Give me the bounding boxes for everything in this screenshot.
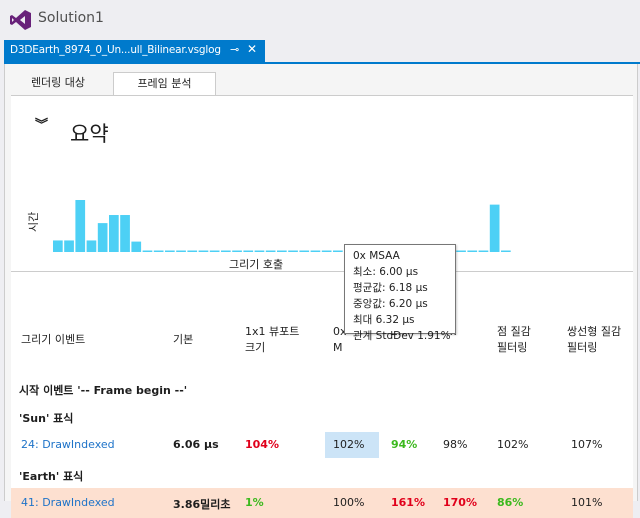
- chart-bar[interactable]: [478, 250, 489, 253]
- chart-bar[interactable]: [310, 250, 321, 253]
- msaa4-value: 170%: [443, 496, 477, 509]
- tab-frame-analysis[interactable]: 프레임 분석: [113, 72, 216, 96]
- chart-x-label: 그리기 호출: [229, 258, 284, 271]
- tooltip-stddev: 관계 StdDev 1.91%: [353, 330, 451, 342]
- chart-bar[interactable]: [467, 250, 478, 253]
- summary-chart: 시간 그리기 호출: [11, 172, 633, 272]
- title-bar: Solution1: [0, 0, 640, 40]
- msaa0-value[interactable]: 102%: [333, 438, 364, 451]
- tooltip-max: 최대 6.32 μs: [353, 314, 415, 326]
- visual-studio-logo-icon: [10, 10, 31, 30]
- chart-bar[interactable]: [265, 250, 276, 253]
- bilinear-value: 101%: [571, 496, 603, 509]
- stats-tooltip: 0x MSAA 최소: 6.00 μs 평균값: 6.18 μs 중앙값: 6.…: [344, 244, 456, 342]
- viewport-value: 1%: [245, 496, 264, 509]
- document-tab[interactable]: D3DEarth_8974_0_Un...ull_Bilinear.vsglog…: [4, 40, 265, 62]
- point-value: 102%: [497, 438, 529, 451]
- report-content: ︾ 요약 시간 그리기 호출 그리기 이벤트 기본 1x1 뷰포트 크기 0x M …: [11, 95, 633, 518]
- event-link[interactable]: 24: DrawIndexed: [21, 438, 115, 451]
- event-link[interactable]: 41: DrawIndexed: [21, 496, 115, 509]
- msaa2-value: 94%: [391, 438, 418, 451]
- section-sun: 'Sun' 표식: [19, 412, 74, 425]
- base-time: 6.06 μs: [173, 438, 219, 451]
- chart-bar[interactable]: [254, 250, 265, 253]
- chart-bar[interactable]: [221, 250, 231, 253]
- collapse-chevron-icon[interactable]: ︾: [35, 114, 48, 133]
- chart-bar[interactable]: [120, 215, 130, 252]
- msaa2-value: 161%: [391, 496, 425, 509]
- close-icon[interactable]: ✕: [247, 42, 257, 56]
- point-value: 86%: [497, 496, 524, 509]
- header-bilinear-filter[interactable]: 쌍선형 질감 필터링: [567, 324, 621, 356]
- chart-bar[interactable]: [86, 240, 97, 252]
- chart-bar[interactable]: [232, 250, 242, 253]
- chart-bar[interactable]: [176, 250, 186, 253]
- chart-bar[interactable]: [243, 250, 254, 253]
- table-row-earth[interactable]: 41: DrawIndexed 3.86밀리초 1% 100% 161% 170…: [11, 488, 633, 518]
- msaa4-value: 98%: [443, 438, 468, 451]
- section-earth: 'Earth' 표식: [19, 470, 84, 483]
- chart-bar[interactable]: [198, 250, 209, 253]
- bilinear-value: 107%: [571, 438, 603, 451]
- tooltip-mean: 평균값: 6.18 μs: [353, 282, 428, 294]
- chart-bar[interactable]: [187, 250, 198, 253]
- pin-icon[interactable]: ⊸: [230, 43, 239, 56]
- chart-bar[interactable]: [299, 250, 310, 253]
- tab-render-target[interactable]: 렌더링 대상: [11, 72, 105, 94]
- summary-title: 요약: [70, 122, 109, 146]
- document-tab-label: D3DEarth_8974_0_Un...ull_Bilinear.vsglog: [10, 44, 221, 56]
- msaa0-value: 100%: [333, 496, 365, 509]
- chart-bar[interactable]: [456, 250, 466, 253]
- chart-bar[interactable]: [288, 250, 298, 253]
- header-event[interactable]: 그리기 이벤트: [21, 332, 85, 348]
- section-frame-begin: 시작 이벤트 '-- Frame begin --': [19, 384, 188, 397]
- chart-bar[interactable]: [142, 250, 153, 253]
- chart-bar[interactable]: [64, 240, 74, 252]
- header-point-filter[interactable]: 점 질감 필터링: [497, 324, 531, 356]
- chart-bar[interactable]: [321, 250, 332, 253]
- chart-bar[interactable]: [501, 250, 511, 253]
- tooltip-median: 중앙값: 6.20 μs: [353, 298, 428, 310]
- tooltip-min: 최소: 6.00 μs: [353, 266, 419, 278]
- chart-bar[interactable]: [277, 250, 287, 253]
- chart-bar[interactable]: [153, 250, 164, 253]
- chart-separator: [11, 271, 633, 272]
- chart-bar[interactable]: [165, 250, 175, 253]
- tooltip-title: 0x MSAA: [353, 250, 400, 262]
- chart-bar[interactable]: [109, 215, 119, 252]
- chart-bar[interactable]: [97, 223, 108, 252]
- chart-bar[interactable]: [489, 204, 500, 252]
- chart-bar[interactable]: [53, 240, 63, 252]
- table-row-sun[interactable]: 24: DrawIndexed 6.06 μs 104% 102% 94% 98…: [11, 430, 633, 460]
- chart-bar[interactable]: [333, 250, 343, 253]
- header-viewport[interactable]: 1x1 뷰포트 크기: [245, 324, 299, 356]
- chart-bar[interactable]: [209, 250, 220, 253]
- frame-analysis-panel: 렌더링 대상 프레임 분석 ︾ 요약 시간 그리기 호출 그리기 이벤트 기본 …: [4, 64, 638, 518]
- solution-title: Solution1: [38, 10, 104, 26]
- chart-bar[interactable]: [75, 200, 86, 252]
- viewport-value: 104%: [245, 438, 279, 451]
- chart-bar[interactable]: [131, 241, 142, 252]
- base-time: 3.86밀리초: [173, 498, 231, 511]
- chart-bars: [53, 200, 511, 253]
- header-base[interactable]: 기본: [173, 332, 193, 348]
